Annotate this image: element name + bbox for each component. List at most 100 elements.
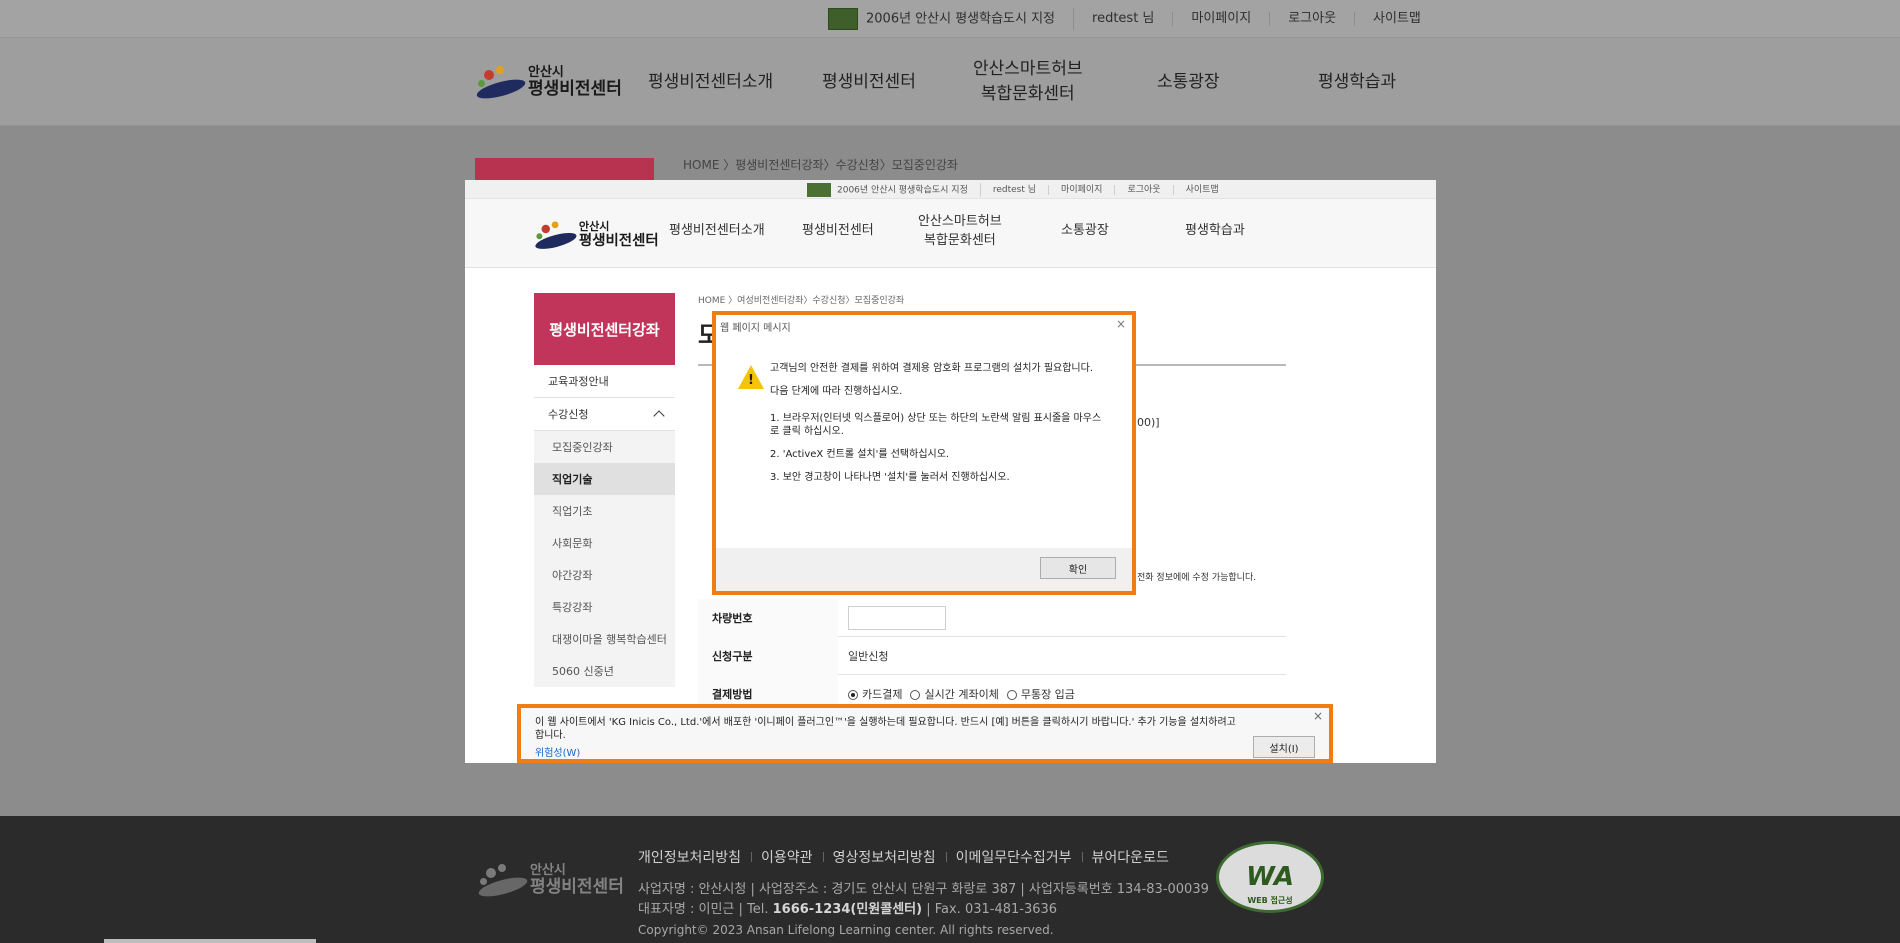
dialog-step1: 1. 브라우저(인터넷 익스플로어) 상단 또는 하단의 노란색 알림 표시줄을… <box>770 413 1102 437</box>
inner-mypage-link[interactable]: 마이페이지 <box>1049 184 1116 195</box>
inner-gnb-smarthub[interactable]: 안산스마트허브 복합문화센터 <box>918 213 1002 251</box>
apply-type-label: 신청구분 <box>698 637 838 675</box>
footer-tel: 1666-1234(민원콜센터) <box>772 902 923 917</box>
footer-rep: 대표자명 : 이민근 | Tel. <box>638 902 769 917</box>
wa-mark-caption: WEB 접근성 <box>1247 896 1293 905</box>
lnb-item-enroll[interactable]: 수강신청 <box>534 398 675 431</box>
gnb-item-lifelong-dept[interactable]: 평생학습과 <box>1318 70 1396 95</box>
pay-transfer-option[interactable]: 실시간 계좌이체 <box>910 686 999 702</box>
pay-deposit-label: 무통장 입금 <box>1020 688 1075 701</box>
badge-icon <box>828 8 858 30</box>
footer-logo-line2: 평생비전센터 <box>530 876 624 897</box>
pay-card-option[interactable]: 카드결제 <box>848 686 902 702</box>
form-row-apply-type: 신청구분 일반신청 <box>698 637 1286 675</box>
form-row-car-number: 차량번호 <box>698 599 1286 637</box>
dialog-step3: 3. 보안 경고창이 나타나면 '설치'를 눌러서 진행하십시오. <box>770 472 1010 483</box>
dialog-step2: 2. 'ActiveX 컨트롤 설치'를 선택하십시오. <box>770 449 950 460</box>
lnb-item-curriculum[interactable]: 교육과정안내 <box>534 365 675 398</box>
dialog-footer: 확인 <box>716 548 1132 591</box>
inner-gnb-dept[interactable]: 평생학습과 <box>1185 222 1245 241</box>
footer-links: 개인정보처리방침 이용약관 영상정보처리방침 이메일무단수집거부 뷰어다운로드 <box>638 847 1189 867</box>
gnb-item-smarthub[interactable]: 안산스마트허브 복합문화센터 <box>973 57 1082 106</box>
gnb-item-center[interactable]: 평생비전센터 <box>822 70 916 95</box>
lnb-sub-special[interactable]: 특강강좌 <box>534 591 675 623</box>
footer-copyright: Copyright© 2023 Ansan Lifelong Learning … <box>638 923 1054 937</box>
inner-header: 안산시 평생비전센터 평생비전센터소개 평생비전센터 안산스마트허브 복합문화센… <box>465 199 1436 268</box>
lnb-sub-job-basics[interactable]: 직업기초 <box>534 495 675 527</box>
pay-card-label: 카드결제 <box>862 688 903 701</box>
left-nav: 평생비전센터강좌 교육과정안내 수강신청 모집중인강좌 직업기술 직업기초 사회… <box>534 293 675 687</box>
sitemap-link[interactable]: 사이트맵 <box>1355 12 1439 26</box>
lnb-title: 평생비전센터강좌 <box>534 293 675 365</box>
apply-type-value: 일반신청 <box>848 650 889 663</box>
user-greeting: redtest 님 <box>1074 12 1174 26</box>
inner-global-nav: 평생비전센터소개 평생비전센터 안산스마트허브 복합문화센터 소통광장 평생학습… <box>465 199 1436 268</box>
radio-checked-icon <box>848 690 858 700</box>
terms-link[interactable]: 이용약관 <box>761 847 824 867</box>
lnb-sub-night[interactable]: 야간강좌 <box>534 559 675 591</box>
lifelong-city-badge: 2006년 안산시 평생학습도시 지정 <box>810 8 1075 30</box>
web-accessibility-mark-icon: WA WEB 접근성 <box>1216 841 1324 913</box>
video-policy-link[interactable]: 영상정보처리방침 <box>833 847 947 867</box>
radio-icon <box>1006 690 1017 700</box>
footer-contact-info: 대표자명 : 이민근 | Tel. 1666-1234(민원콜센터) | Fax… <box>638 900 1209 920</box>
lnb-sub-job-skills[interactable]: 직업기술 <box>534 463 675 495</box>
email-refusal-link[interactable]: 이메일무단수집거부 <box>956 847 1083 867</box>
car-number-label: 차량번호 <box>698 599 838 637</box>
inner-badge: 2006년 안산시 평생학습도시 지정 <box>795 182 981 197</box>
lnb-sub-recruiting[interactable]: 모집중인강좌 <box>534 431 675 463</box>
inner-gnb-intro[interactable]: 평생비전센터소개 <box>669 222 765 241</box>
global-nav: 평생비전센터소개 평생비전센터 안산스마트허브 복합문화센터 소통광장 평생학습… <box>0 38 1900 126</box>
pay-deposit-option[interactable]: 무통장 입금 <box>1006 686 1075 702</box>
lnb-title-partial <box>475 158 654 180</box>
chevron-up-icon <box>653 410 665 422</box>
notification-close-icon[interactable]: × <box>1313 709 1323 723</box>
gnb-item-intro[interactable]: 평생비전센터소개 <box>648 70 773 95</box>
dialog-line2: 다음 단계에 따라 진행하십시오. <box>770 386 903 397</box>
footer-info: 사업자명 : 안산시청 | 사업장주소 : 경기도 안산시 단원구 화랑로 38… <box>638 880 1209 940</box>
inner-utility-bar: 2006년 안산시 평생학습도시 지정 redtest 님 마이페이지 로그아웃… <box>465 180 1436 199</box>
footer-business-info: 사업자명 : 안산시청 | 사업장주소 : 경기도 안산시 단원구 화랑로 38… <box>638 882 1209 897</box>
horizontal-scrollbar[interactable] <box>104 939 316 943</box>
ok-button[interactable]: 확인 <box>1040 557 1116 579</box>
utility-links: 2006년 안산시 평생학습도시 지정 redtest 님 마이페이지 로그아웃… <box>810 0 1439 38</box>
activex-message: 이 웹 사이트에서 'KG Inicis Co., Ltd.'에서 배포한 '이… <box>535 717 1236 741</box>
dialog-close-icon[interactable]: × <box>1116 317 1126 331</box>
inner-gnb-community[interactable]: 소통광장 <box>1061 222 1109 241</box>
hidden-field-value: 00)] <box>1137 416 1160 429</box>
viewer-download-link[interactable]: 뷰어다운로드 <box>1092 847 1169 867</box>
breadcrumb: HOME 〉평생비전센터강좌〉수강신청〉모집중인강좌 <box>683 158 958 172</box>
main-header: 안산시 평생비전센터 평생비전센터소개 평생비전센터 안산스마트허브 복합문화센… <box>0 38 1900 126</box>
privacy-policy-link[interactable]: 개인정보처리방침 <box>638 847 753 867</box>
activex-notification-bar: 이 웹 사이트에서 'KG Inicis Co., Ltd.'에서 배포한 '이… <box>517 704 1333 763</box>
dialog-line1: 고객님의 안전한 결제를 위하여 결제용 암호화 프로그램의 설치가 필요합니다… <box>770 363 1094 374</box>
gnb-item-community[interactable]: 소통광장 <box>1157 70 1220 95</box>
mypage-link[interactable]: 마이페이지 <box>1173 12 1271 26</box>
car-number-input[interactable] <box>848 606 946 630</box>
top-utility-bar: 2006년 안산시 평생학습도시 지정 redtest 님 마이페이지 로그아웃… <box>0 0 1900 38</box>
lnb-item-label: 교육과정안내 <box>548 375 609 388</box>
footer-logo: 안산시 평생비전센터 <box>476 860 624 901</box>
logout-link[interactable]: 로그아웃 <box>1270 12 1356 26</box>
lnb-sub-5060[interactable]: 5060 신중년 <box>534 655 675 687</box>
lnb-sub-village[interactable]: 대쟁이마을 행복학습센터 <box>534 623 675 655</box>
warning-exclamation-icon: ! <box>748 373 754 388</box>
pay-transfer-label: 실시간 계좌이체 <box>924 688 999 701</box>
wa-mark-text: WA <box>1246 862 1294 892</box>
inner-sitemap-link[interactable]: 사이트맵 <box>1174 185 1231 195</box>
lnb-item-label: 수강신청 <box>548 408 589 421</box>
site-footer: 안산시 평생비전센터 개인정보처리방침 이용약관 영상정보처리방침 이메일무단수… <box>0 816 1900 943</box>
web-page-message-dialog: 웹 페이지 메시지 × ! 고객님의 안전한 결제를 위하여 결제용 암호화 프… <box>712 311 1136 595</box>
inner-breadcrumb: HOME 〉여성비전센터강좌〉수강신청〉모집중인강좌 <box>698 296 905 306</box>
inner-gnb-center[interactable]: 평생비전센터 <box>802 222 874 241</box>
install-button[interactable]: 설치(I) <box>1253 736 1315 758</box>
footer-fax: | Fax. 031-481-3636 <box>926 902 1058 917</box>
footer-logo-line1: 안산시 <box>530 862 566 878</box>
lnb-sub-social-culture[interactable]: 사회문화 <box>534 527 675 559</box>
hidden-field-note: 전화 정보에에 수정 가능합니다. <box>1137 573 1257 583</box>
risk-link[interactable]: 위험성(W) <box>535 744 580 759</box>
dialog-title: 웹 페이지 메시지 <box>720 323 791 334</box>
radio-icon <box>910 690 921 700</box>
inner-logout-link[interactable]: 로그아웃 <box>1115 184 1174 195</box>
logo-mark-icon <box>476 860 530 901</box>
